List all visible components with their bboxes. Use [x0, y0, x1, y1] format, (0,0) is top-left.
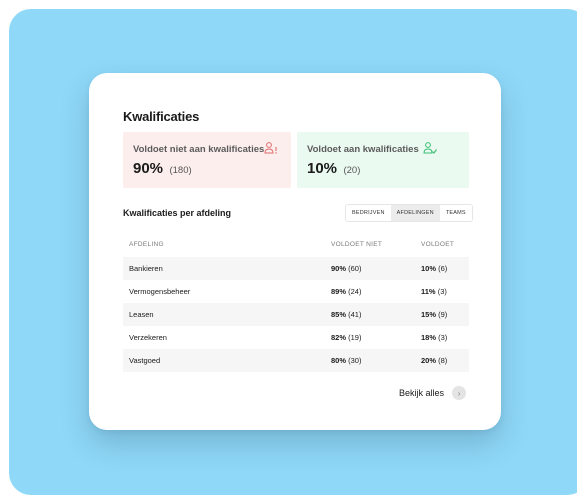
column-header-voldoet: VOLDOET — [421, 241, 455, 248]
grouping-switch: BEDRIJVEN AFDELINGEN TEAMS — [345, 204, 473, 222]
cell-voldoet: 18% (3) — [421, 333, 447, 342]
stat-met-value: 10% (20) — [307, 160, 360, 178]
department-table: AFDELING VOLDOET NIET VOLDOET Bankieren … — [123, 233, 469, 372]
card-title: Kwalificaties — [123, 109, 200, 124]
cell-voldoet-pct: 20% — [421, 356, 437, 365]
cell-voldoet-niet: 90% (60) — [331, 264, 361, 273]
cell-voldoet-niet: 80% (30) — [331, 356, 361, 365]
view-all-link[interactable]: Bekijk alles › — [399, 386, 467, 400]
section-title: Kwalificaties per afdeling — [123, 208, 232, 218]
cell-voldoet-niet-pct: 82% — [331, 333, 347, 342]
cell-voldoet-count: (6) — [438, 264, 448, 273]
cell-voldoet-niet-count: (60) — [348, 264, 362, 273]
cell-voldoet-niet: 85% (41) — [331, 310, 361, 319]
table-row: Bankieren 90% (60) 10% (6) — [123, 257, 469, 280]
cell-voldoet-niet-pct: 89% — [331, 287, 347, 296]
stat-met-percent: 10% — [307, 160, 338, 177]
cell-voldoet: 20% (8) — [421, 356, 447, 365]
stat-met-count: (20) — [343, 165, 361, 176]
cell-voldoet-count: (3) — [437, 287, 447, 296]
cell-afdeling: Vastgoed — [129, 356, 161, 365]
cell-voldoet-count: (8) — [438, 356, 448, 365]
cell-voldoet-niet-pct: 85% — [331, 310, 347, 319]
cell-voldoet-count: (9) — [438, 310, 448, 319]
cell-voldoet-niet-count: (24) — [348, 287, 362, 296]
stat-not-met-value: 90% (180) — [133, 160, 192, 178]
cell-voldoet-niet-pct: 80% — [331, 356, 347, 365]
table-row: Leasen 85% (41) 15% (9) — [123, 303, 469, 326]
column-header-afdeling: AFDELING — [129, 241, 164, 248]
cell-voldoet-count: (3) — [438, 333, 448, 342]
cell-voldoet-pct: 11% — [421, 287, 436, 296]
user-warning-icon — [264, 142, 277, 154]
chevron-right-icon[interactable]: › — [452, 386, 467, 400]
stat-not-met-percent: 90% — [133, 160, 164, 177]
cell-voldoet-niet-pct: 90% — [331, 264, 347, 273]
tab-teams[interactable]: TEAMS — [439, 205, 472, 221]
cell-voldoet-pct: 10% — [421, 264, 437, 273]
stat-not-met-label: Voldoet niet aan kwalificaties — [133, 144, 265, 155]
cell-voldoet-niet: 82% (19) — [331, 333, 361, 342]
tab-bedrijven[interactable]: BEDRIJVEN — [346, 205, 391, 221]
qualifications-card: Kwalificaties Voldoet niet aan kwalifica… — [89, 73, 501, 430]
cell-voldoet-pct: 15% — [421, 310, 437, 319]
cell-voldoet-niet: 89% (24) — [331, 287, 361, 296]
cell-voldoet: 10% (6) — [421, 264, 447, 273]
user-check-icon — [423, 142, 437, 154]
cell-afdeling: Verzekeren — [129, 333, 167, 342]
stat-met-label: Voldoet aan kwalificaties — [307, 144, 419, 155]
table-row: Vermogensbeheer 89% (24) 11% (3) — [123, 280, 469, 303]
table-row: Vastgoed 80% (30) 20% (8) — [123, 349, 469, 372]
stat-not-met-count: (180) — [169, 165, 192, 176]
stat-met: Voldoet aan kwalificaties 10% (20) — [297, 132, 469, 188]
cell-afdeling: Vermogensbeheer — [129, 287, 191, 296]
tab-afdelingen[interactable]: AFDELINGEN — [390, 205, 440, 221]
stat-not-met: Voldoet niet aan kwalificaties 90% (180) — [123, 132, 291, 188]
cell-voldoet-pct: 18% — [421, 333, 437, 342]
table-header: AFDELING VOLDOET NIET VOLDOET — [123, 233, 469, 257]
cell-afdeling: Leasen — [129, 310, 154, 319]
column-header-voldoet-niet: VOLDOET NIET — [331, 241, 383, 248]
table-row: Verzekeren 82% (19) 18% (3) — [123, 326, 469, 349]
cell-voldoet-niet-count: (19) — [348, 333, 362, 342]
cell-voldoet-niet-count: (41) — [348, 310, 362, 319]
view-all-label: Bekijk alles — [399, 388, 445, 398]
cell-afdeling: Bankieren — [129, 264, 163, 273]
cell-voldoet-niet-count: (30) — [348, 356, 362, 365]
cell-voldoet: 15% (9) — [421, 310, 447, 319]
cell-voldoet: 11% (3) — [421, 287, 447, 296]
